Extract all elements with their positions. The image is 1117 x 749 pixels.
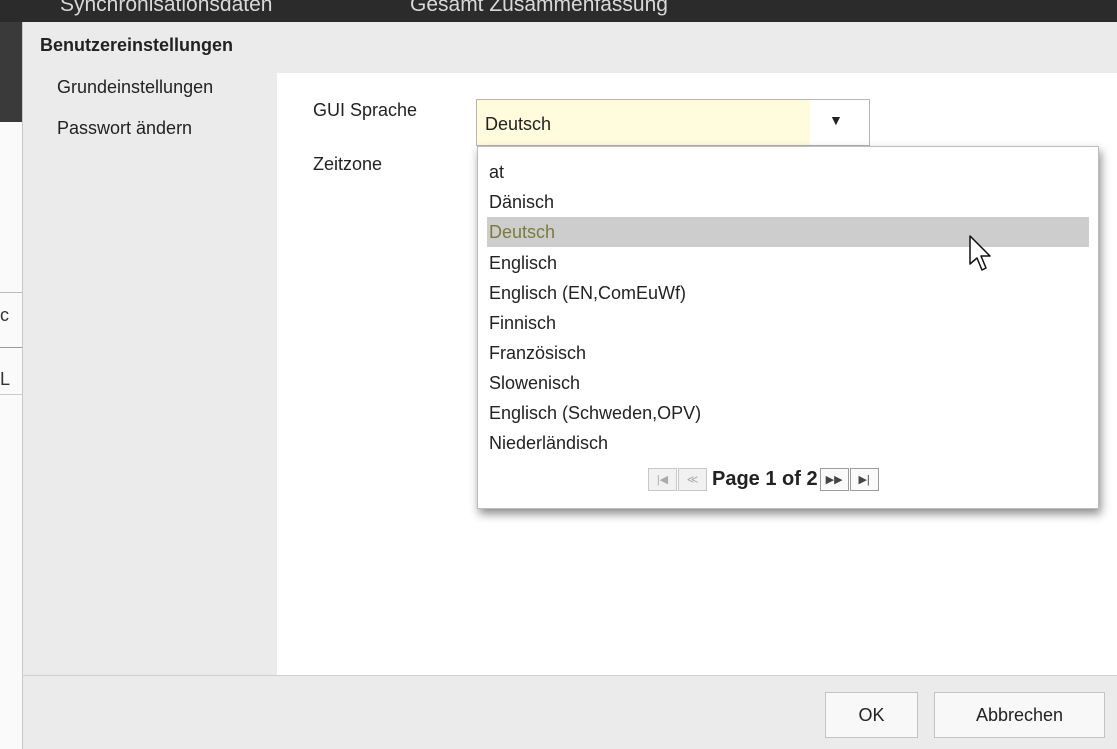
dropdown-option[interactable]: Niederländisch	[478, 428, 1098, 458]
gui-language-label: GUI Sprache	[313, 100, 418, 120]
dropdown-option-selected[interactable]: Deutsch	[487, 217, 1089, 247]
sidebar-item-passwort-aendern[interactable]: Passwort ändern	[57, 118, 192, 139]
page-indicator: Page 1 of 2	[712, 467, 818, 490]
dropdown-option[interactable]: Englisch (Schweden,OPV)	[478, 398, 1098, 428]
gui-language-input[interactable]: Deutsch	[477, 100, 810, 145]
first-page-icon[interactable]: |◀	[648, 467, 677, 491]
dropdown-option[interactable]: Dänisch	[478, 187, 1098, 217]
sidebar-item-grundeinstellungen[interactable]: Grundeinstellungen	[57, 77, 213, 98]
timezone-label: Zeitzone	[313, 154, 383, 174]
background-tab-fragment: Gesamt Zusammenfassung	[410, 0, 668, 16]
next-page-icon[interactable]: ▶▶	[819, 467, 849, 491]
background-app-topbar: Synchronisationsdaten Gesamt Zusammenfas…	[0, 0, 1117, 22]
cancel-button[interactable]: Abbrechen	[934, 692, 1105, 738]
background-app-sidebar: c L	[0, 22, 24, 749]
gui-language-combobox[interactable]: Deutsch ▼	[476, 99, 870, 146]
divider	[0, 394, 24, 395]
divider	[0, 292, 24, 293]
dropdown-option[interactable]: Englisch (EN,ComEuWf)	[478, 278, 1098, 308]
dropdown-option[interactable]: Französisch	[478, 338, 1098, 368]
mouse-pointer-icon	[969, 235, 991, 271]
prev-page-icon[interactable]: ≪	[678, 467, 707, 491]
dialog-title: Benutzereinstellungen	[40, 35, 234, 55]
dropdown-pager: |◀ ≪ Page 1 of 2 ▶▶ ▶|	[648, 464, 880, 494]
divider	[0, 347, 24, 348]
dialog-footer-divider	[22, 675, 1117, 676]
background-tab-fragment: Synchronisationsdaten	[60, 0, 273, 16]
dropdown-option[interactable]: Englisch	[478, 248, 1098, 278]
chevron-down-icon[interactable]: ▼	[829, 112, 843, 128]
background-text-fragment: L	[0, 369, 11, 389]
last-page-icon[interactable]: ▶|	[849, 467, 879, 491]
dropdown-option[interactable]: Slowenisch	[478, 368, 1098, 398]
dropdown-option[interactable]: Finnisch	[478, 308, 1098, 338]
language-dropdown-list: at Dänisch Deutsch Englisch Englisch (EN…	[477, 146, 1099, 509]
background-text-fragment: c	[0, 305, 9, 325]
ok-button[interactable]: OK	[825, 692, 918, 738]
dropdown-option[interactable]: at	[478, 157, 1098, 187]
